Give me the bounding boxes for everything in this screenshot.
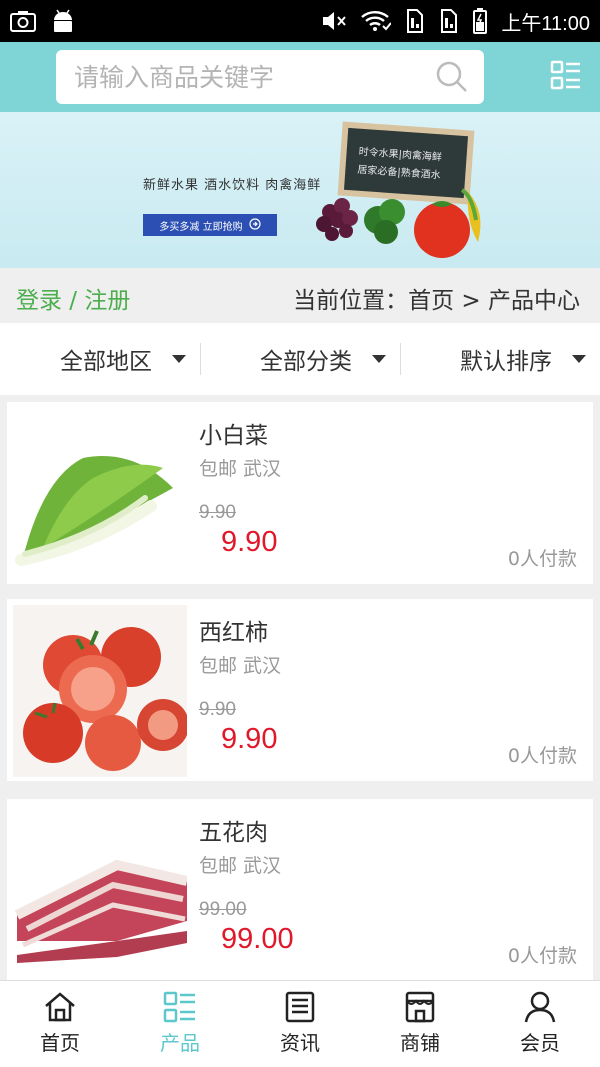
- product-sales-count: 0人付款: [507, 548, 577, 570]
- product-shipping-location: 包邮 武汉: [199, 855, 282, 877]
- product-name: 西红柿: [199, 620, 268, 646]
- caret-down-icon: [372, 355, 386, 363]
- product-card[interactable]: 西红柿 包邮 武汉 9.90 9.90 0人付款: [7, 599, 593, 781]
- product-image-tomato[interactable]: [13, 605, 187, 777]
- nav-shops[interactable]: 商铺: [360, 981, 480, 1067]
- nav-news[interactable]: 资讯: [240, 981, 360, 1067]
- grid-list-icon: [163, 991, 195, 1023]
- banner-shop-button[interactable]: 多买多减 立即抢购: [143, 214, 277, 236]
- nav-home-label: 首页: [40, 1031, 80, 1055]
- product-sales-count: 0人付款: [507, 745, 577, 767]
- news-icon: [285, 991, 315, 1023]
- product-name: 小白菜: [199, 423, 268, 449]
- sim2-icon: [439, 9, 459, 33]
- caret-down-icon: [172, 355, 186, 363]
- arrow-circle-icon: [248, 217, 261, 233]
- filter-region[interactable]: 全部地区: [0, 323, 200, 395]
- battery-icon: [473, 8, 488, 34]
- product-original-price: 9.90: [199, 699, 236, 720]
- product-sales-count: 0人付款: [507, 945, 577, 967]
- product-image-pork-belly[interactable]: [13, 805, 187, 977]
- product-name: 五花肉: [199, 820, 268, 846]
- product-original-price: 99.00: [199, 899, 247, 920]
- filter-region-label: 全部地区: [60, 349, 152, 375]
- wifi-icon: [361, 10, 392, 32]
- product-shipping-location: 包邮 武汉: [199, 655, 282, 677]
- banner-illustration: 时令水果|肉禽海鲜 居家必备|熟食酒水: [316, 121, 481, 258]
- filter-sort[interactable]: 默认排序: [400, 323, 600, 395]
- nav-member[interactable]: 会员: [480, 981, 600, 1067]
- clock: 上午11:00: [501, 12, 590, 35]
- mute-icon: [321, 10, 347, 32]
- product-shipping-location: 包邮 武汉: [199, 458, 282, 480]
- product-card[interactable]: 五花肉 包邮 武汉 99.00 99.00 0人付款: [7, 799, 593, 981]
- nav-home[interactable]: 首页: [0, 981, 120, 1067]
- product-price: 9.90: [221, 526, 278, 558]
- nav-shops-label: 商铺: [400, 1031, 440, 1055]
- promo-banner[interactable]: 新鲜水果 酒水饮料 肉禽海鲜 多买多减 立即抢购 时令水果|肉禽海鲜 居家必备|…: [0, 112, 600, 268]
- bottom-nav: 首页 产品 资讯 商铺 会员: [0, 980, 600, 1067]
- status-bar: 上午11:00: [0, 0, 600, 42]
- search-icon[interactable]: [436, 61, 468, 97]
- banner-button-label: 多买多减 立即抢购: [159, 221, 243, 233]
- product-price: 99.00: [221, 923, 294, 955]
- user-icon: [524, 991, 556, 1023]
- nav-products[interactable]: 产品: [120, 981, 240, 1067]
- search-box[interactable]: [56, 50, 484, 104]
- login-register-link[interactable]: 登录 / 注册: [16, 281, 130, 315]
- filter-sort-label: 默认排序: [460, 349, 552, 375]
- product-card[interactable]: 小白菜 包邮 武汉 9.90 9.90 0人付款: [7, 402, 593, 584]
- nav-news-label: 资讯: [280, 1031, 320, 1055]
- android-icon: [50, 9, 76, 33]
- shop-icon: [405, 991, 435, 1023]
- product-image-bok-choy[interactable]: [13, 408, 187, 580]
- sim1-icon: [405, 9, 425, 33]
- nav-member-label: 会员: [520, 1031, 560, 1055]
- app-header: [0, 42, 600, 112]
- breadcrumb: 当前位置：首页 > 产品中心: [293, 288, 580, 314]
- product-price: 9.90: [221, 723, 278, 755]
- product-original-price: 9.90: [199, 502, 236, 523]
- filter-category[interactable]: 全部分类: [200, 323, 400, 395]
- filter-category-label: 全部分类: [260, 349, 352, 375]
- list-menu-icon[interactable]: [550, 60, 582, 96]
- info-bar: 登录 / 注册 当前位置：首页 > 产品中心: [0, 268, 600, 323]
- nav-products-label: 产品: [160, 1031, 200, 1055]
- home-icon: [45, 992, 75, 1022]
- search-input[interactable]: [74, 60, 424, 94]
- camera-icon: [10, 10, 36, 32]
- caret-down-icon: [572, 355, 586, 363]
- banner-tagline: 新鲜水果 酒水饮料 肉禽海鲜: [143, 178, 322, 193]
- filter-bar: 全部地区 全部分类 默认排序: [0, 323, 600, 395]
